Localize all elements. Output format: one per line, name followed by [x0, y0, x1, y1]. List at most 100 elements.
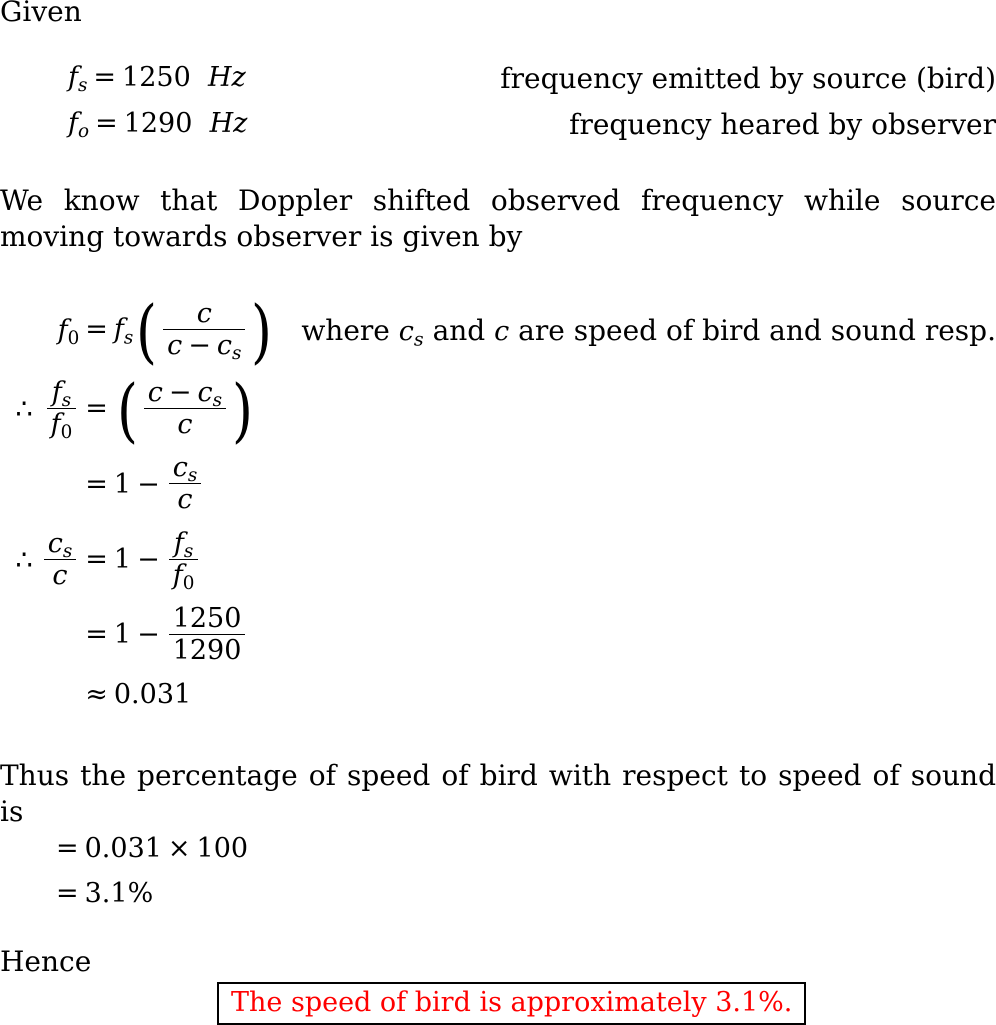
step2-num-c: c	[147, 376, 163, 408]
final-step1-value: 0.031	[84, 833, 162, 864]
step6-lhs	[41, 679, 80, 710]
step4-lhs-num: cs	[44, 527, 77, 562]
final-step2-rhs: = 3.1%	[50, 878, 248, 909]
step5-rhs: = 1−1250 1290	[79, 604, 275, 666]
step2-num-cs-symbol: c	[197, 376, 213, 408]
step3-minus: −	[137, 468, 160, 500]
step2-fraction-denominator: c	[143, 408, 227, 439]
step2-lhs-num-subscript: s	[61, 390, 72, 412]
step1-den-minus: −	[188, 329, 211, 361]
step3-therefore	[0, 455, 41, 516]
equation-row-step4: ∴ cs c = 1− fs f0	[0, 527, 996, 593]
step6-approx-symbol: ≈	[85, 678, 108, 710]
final-calculation-block: = 0.031 × 100 = 3.1%	[0, 833, 248, 909]
step3-lhs	[41, 455, 80, 516]
solution-page: Given fs = 1250 Hz frequency emitted by so…	[0, 0, 996, 1025]
fs-symbol: f	[68, 62, 78, 93]
step1-rhs: = fs(c c − cs)	[79, 291, 275, 372]
step3-fraction: cs c	[168, 453, 202, 515]
step1-close-paren: )	[251, 291, 273, 372]
given-equation-fo: fo = 1290 Hz	[68, 108, 248, 141]
derivation-block: f0 = fs(c c − cs) where cs and c are speed o…	[0, 291, 996, 710]
step2-close-paren: )	[231, 370, 253, 451]
equation-row-step6: ≈0.031	[0, 679, 996, 710]
step1-lhs: f0	[41, 300, 80, 361]
step4-num-fs-symbol: f	[173, 527, 184, 559]
step2-equals: =	[85, 393, 108, 425]
step3-one: 1	[113, 468, 132, 500]
step2-lhs-den-symbol: f	[50, 409, 61, 441]
step2-therefore: ∴	[15, 394, 33, 426]
step4-den-f-symbol: f	[172, 559, 183, 591]
step5-fraction-denominator: 1290	[168, 634, 246, 665]
final-step1-times: ×	[167, 833, 191, 864]
step1-note-prefix: where	[301, 314, 390, 348]
equation-row-step1: f0 = fs(c c − cs) where cs and c are speed o…	[0, 291, 996, 372]
step4-lhs: cs c	[41, 527, 80, 591]
step1-f-symbol: f	[57, 315, 68, 347]
final-step1-equals: =	[56, 833, 79, 864]
step1-f-subscript: 0	[67, 328, 80, 350]
step1-note-mid: and	[432, 314, 486, 348]
step4-fraction-numerator: fs	[169, 527, 199, 562]
step1-den-c: c	[167, 329, 183, 361]
step5-fraction: 1250 1290	[168, 604, 246, 665]
step4-equals: =	[85, 544, 108, 576]
step3-fraction-denominator: c	[168, 483, 202, 515]
step5-minus: −	[137, 619, 160, 651]
conclusion-paragraph: Thus the percentage of speed of bird wit…	[0, 759, 996, 828]
final-calculation-table: = 0.031 × 100 = 3.1%	[0, 833, 248, 909]
step1-equals: =	[85, 314, 108, 346]
final-step2-equals: =	[56, 878, 79, 909]
step2-fraction-numerator: c − cs	[144, 376, 226, 410]
step1-den-cs-subscript: s	[232, 342, 242, 364]
step1-note: where cs and c are speed of bird and sou…	[275, 300, 996, 361]
step2-fraction: c − cs c	[143, 376, 227, 439]
step1-den-cs-symbol: c	[216, 329, 233, 361]
step4-therefore: ∴	[15, 545, 33, 577]
fo-symbol: f	[68, 108, 78, 139]
final-row-multiply: = 0.031 × 100	[0, 833, 248, 864]
final-answer-text: The speed of bird is approximately 3.1%.	[231, 987, 793, 1018]
fs-unit: Hz	[207, 62, 246, 93]
equation-row-step5: = 1−1250 1290	[0, 604, 996, 666]
given-description-fs: frequency emitted by source (bird)	[500, 62, 996, 95]
step6-value: 0.031	[113, 678, 192, 710]
step4-fraction-denominator: f0	[168, 558, 199, 593]
step1-therefore	[0, 300, 41, 361]
step3-fraction-numerator: cs	[169, 453, 202, 485]
step1-note-suffix: are speed of bird and sound resp.	[518, 314, 996, 348]
step4-rhs: = 1− fs f0	[79, 527, 275, 593]
step5-one: 1	[113, 619, 132, 651]
step5-lhs	[41, 605, 80, 666]
fo-equals: =	[95, 108, 118, 139]
step1-fraction: c c − cs	[163, 299, 246, 363]
step4-lhs-fraction: cs c	[43, 527, 77, 590]
step3-rhs: = 1− cs c	[79, 453, 275, 516]
step2-open-paren: (	[116, 370, 138, 451]
final-answer-box: The speed of bird is approximately 3.1%.	[217, 982, 807, 1025]
step2-lhs-num: fs	[47, 378, 77, 412]
equation-row-step3: = 1− cs c	[0, 453, 996, 516]
final-step2-value: 3.1%	[84, 878, 154, 909]
step1-fs-subscript: s	[123, 327, 134, 349]
equation-alignment-table: f0 = fs(c c − cs) where cs and c are speed o…	[0, 291, 996, 710]
step1-note-c-symbol: c	[494, 316, 510, 348]
step2-lhs: fs f0	[41, 378, 80, 442]
step4-lhs-num-subscript: s	[62, 540, 73, 562]
fo-value: 1290	[123, 108, 193, 139]
fo-unit: Hz	[209, 108, 248, 139]
step6-rhs: ≈0.031	[79, 679, 275, 710]
given-row-fo: fo = 1290 Hz frequency heared by observer	[0, 108, 996, 154]
fs-equals: =	[93, 62, 117, 93]
given-heading: Given	[0, 0, 82, 28]
step5-equals: =	[85, 619, 108, 651]
equation-row-step2: ∴ fs f0 =(c − cs c)	[0, 370, 996, 451]
step4-lhs-num-symbol: c	[47, 527, 63, 559]
step1-note-cs-subscript: s	[413, 328, 424, 351]
given-description-fo: frequency heared by observer	[569, 108, 996, 141]
step2-lhs-fraction: fs f0	[46, 378, 77, 442]
final-step1-rhs: = 0.031 × 100	[50, 833, 248, 864]
step1-open-paren: (	[136, 291, 158, 372]
step4-num-fs-subscript: s	[183, 540, 194, 562]
